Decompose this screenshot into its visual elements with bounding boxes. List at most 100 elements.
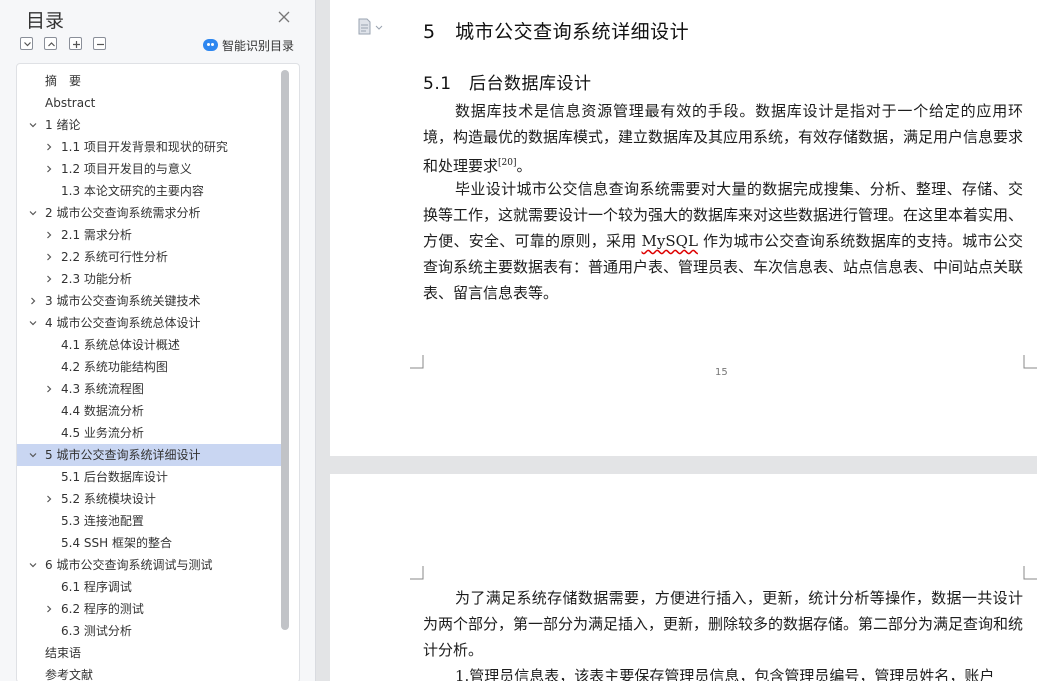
expand-all-icon[interactable] (20, 37, 33, 50)
page-corner-mark (1023, 355, 1037, 369)
chevron-right-icon[interactable] (45, 495, 53, 503)
paragraph: 1.管理员信息表，该表主要保存管理员信息，包含管理员编号，管理员姓名，账户 (455, 667, 995, 681)
toc-item-label: 4.2 系统功能结构图 (61, 360, 168, 374)
section-heading: 5.1 后台数据库设计 (423, 74, 592, 94)
toc-item-label: 1.2 项目开发目的与意义 (61, 162, 192, 176)
toc-item-label: 4 城市公交查询系统总体设计 (45, 316, 201, 330)
page-corner-mark (1023, 566, 1037, 580)
toc-item[interactable]: 3 城市公交查询系统关键技术 (17, 290, 281, 312)
toc-item-label: 5.1 后台数据库设计 (61, 470, 168, 484)
toc-item[interactable]: 6 城市公交查询系统调试与测试 (17, 554, 281, 576)
toc-item[interactable]: 4.2 系统功能结构图 (17, 356, 281, 378)
add-heading-icon[interactable] (69, 37, 82, 50)
close-icon[interactable] (277, 9, 291, 23)
toc-item[interactable]: 4.4 数据流分析 (17, 400, 281, 422)
toc-item[interactable]: 5.2 系统模块设计 (17, 488, 281, 510)
toc-list-container: 摘 要 Abstract 1 绪论 1.1 项目开发背景和现状的研究 1.2 项目开发目… (16, 63, 300, 681)
page-menu-icon[interactable] (358, 18, 388, 36)
toc-item[interactable]: 5.3 连接池配置 (17, 510, 281, 532)
toc-item[interactable]: 结束语 (17, 642, 281, 664)
chapter-heading: 5 城市公交查询系统详细设计 (423, 21, 690, 43)
toc-item-label: 5.3 连接池配置 (61, 514, 144, 528)
chevron-right-icon[interactable] (45, 253, 53, 261)
toc-item-label: 2 城市公交查询系统需求分析 (45, 206, 201, 220)
document-page: 为了满足系统存储数据需要，方便进行插入，更新，统计分析等操作，数据一共设计为两个… (330, 474, 1037, 681)
toc-item-label: 1.1 项目开发背景和现状的研究 (61, 140, 228, 154)
toc-item-label: 6 城市公交查询系统调试与测试 (45, 558, 213, 572)
toc-item-label: 3 城市公交查询系统关键技术 (45, 294, 201, 308)
page-corner-mark (410, 566, 424, 580)
toc-item-label: 4.5 业务流分析 (61, 426, 144, 440)
toc-scrollbar[interactable] (281, 70, 289, 630)
toc-item[interactable]: 5 城市公交查询系统详细设计 (17, 444, 281, 466)
toc-item[interactable]: 4.3 系统流程图 (17, 378, 281, 400)
toc-item[interactable]: 6.3 测试分析 (17, 620, 281, 642)
smart-toc-button[interactable]: 智能识别目录 (203, 37, 294, 53)
toc-item-label: 4.1 系统总体设计概述 (61, 338, 180, 352)
chevron-right-icon[interactable] (29, 297, 37, 305)
chevron-right-icon[interactable] (45, 143, 53, 151)
toc-item-label: 5.4 SSH 框架的整合 (61, 536, 172, 550)
toc-item[interactable]: 4 城市公交查询系统总体设计 (17, 312, 281, 334)
remove-heading-icon[interactable] (93, 37, 106, 50)
toc-item[interactable]: 4.5 业务流分析 (17, 422, 281, 444)
toc-item[interactable]: 6.1 程序调试 (17, 576, 281, 598)
page-number: 15 (715, 367, 728, 378)
chevron-down-icon[interactable] (29, 209, 37, 217)
toc-item[interactable]: 2.2 系统可行性分析 (17, 246, 281, 268)
toc-item[interactable]: 1.3 本论文研究的主要内容 (17, 180, 281, 202)
toc-item-label: 参考文献 (45, 668, 94, 681)
toc-item-label: 2.1 需求分析 (61, 228, 132, 242)
paragraph: 数据库技术是信息资源管理最有效的手段。数据库设计是指对于一个给定的应用环境，构造… (423, 98, 1023, 179)
toc-item[interactable]: 2.3 功能分析 (17, 268, 281, 290)
toc-item-label: 摘 要 (45, 74, 82, 88)
chevron-down-icon[interactable] (29, 319, 37, 327)
toc-item-label: 2.2 系统可行性分析 (61, 250, 168, 264)
toc-item[interactable]: 参考文献 (17, 664, 281, 681)
toc-list: 摘 要 Abstract 1 绪论 1.1 项目开发背景和现状的研究 1.2 项目开发目… (17, 70, 281, 681)
smart-toc-icon (203, 39, 218, 51)
paragraph: 毕业设计城市公交信息查询系统需要对大量的数据完成搜集、分析、整理、存储、交换等工… (423, 176, 1023, 306)
page-corner-mark (410, 355, 424, 369)
chevron-right-icon[interactable] (45, 231, 53, 239)
toc-item-label: 6.1 程序调试 (61, 580, 132, 594)
toc-item[interactable]: 5.1 后台数据库设计 (17, 466, 281, 488)
smart-toc-label: 智能识别目录 (222, 39, 295, 53)
chevron-right-icon[interactable] (45, 275, 53, 283)
toc-item-label: 2.3 功能分析 (61, 272, 132, 286)
paragraph: 为了满足系统存储数据需要，方便进行插入，更新，统计分析等操作，数据一共设计为两个… (423, 589, 1024, 659)
toc-panel: 目录 智能识别目录 摘 要 Abstract 1 绪论 1.1 项目开发背景和现状的研… (0, 0, 316, 681)
toc-item-label: 1.3 本论文研究的主要内容 (61, 184, 204, 198)
collapse-all-icon[interactable] (44, 37, 57, 50)
toc-item-label: 6.3 测试分析 (61, 624, 132, 638)
chevron-down-icon[interactable] (29, 561, 37, 569)
paragraph-text: 。 (516, 157, 532, 175)
toc-item[interactable]: 6.2 程序的测试 (17, 598, 281, 620)
toc-item[interactable]: 1.2 项目开发目的与意义 (17, 158, 281, 180)
document-page: 5 城市公交查询系统详细设计 5.1 后台数据库设计 数据库技术是信息资源管理最… (330, 0, 1037, 456)
toc-title: 目录 (26, 10, 65, 32)
toc-item-label: 5.2 系统模块设计 (61, 492, 156, 506)
toc-item-label: 1 绪论 (45, 118, 81, 132)
toc-item[interactable]: 1.1 项目开发背景和现状的研究 (17, 136, 281, 158)
toc-item[interactable]: 2.1 需求分析 (17, 224, 281, 246)
toc-item[interactable]: 摘 要 (17, 70, 281, 92)
toc-item[interactable]: 2 城市公交查询系统需求分析 (17, 202, 281, 224)
toc-item-label: Abstract (45, 96, 96, 110)
chevron-right-icon[interactable] (45, 605, 53, 613)
chevron-right-icon[interactable] (45, 385, 53, 393)
toc-item-label: 4.3 系统流程图 (61, 382, 144, 396)
chevron-down-icon[interactable] (29, 451, 37, 459)
citation: [20] (498, 158, 517, 168)
toc-item[interactable]: 4.1 系统总体设计概述 (17, 334, 281, 356)
toc-item[interactable]: Abstract (17, 92, 281, 114)
chevron-right-icon[interactable] (45, 165, 53, 173)
toc-item-label: 4.4 数据流分析 (61, 404, 144, 418)
toc-item[interactable]: 1 绪论 (17, 114, 281, 136)
spellcheck-word[interactable]: MySQL (642, 232, 698, 250)
chevron-down-icon[interactable] (29, 121, 37, 129)
toc-item[interactable]: 5.4 SSH 框架的整合 (17, 532, 281, 554)
toc-item-label: 6.2 程序的测试 (61, 602, 144, 616)
toc-item-label: 结束语 (45, 646, 82, 660)
document-area: 5 城市公交查询系统详细设计 5.1 后台数据库设计 数据库技术是信息资源管理最… (317, 0, 1037, 681)
